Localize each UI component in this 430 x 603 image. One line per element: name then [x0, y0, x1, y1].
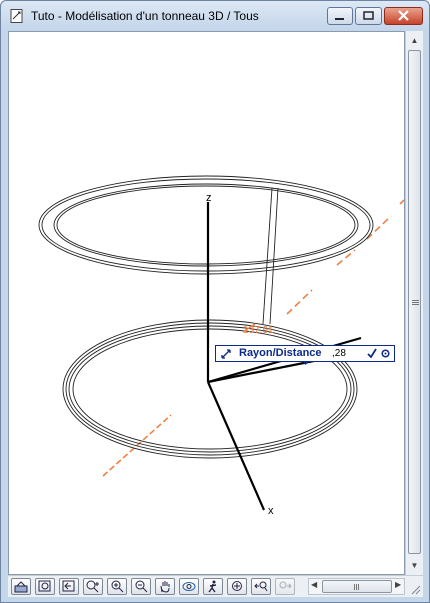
document-icon	[10, 9, 24, 23]
barrel-stave	[262, 187, 279, 325]
z-axis-label: z	[206, 192, 212, 204]
tracker-value-field[interactable]: ,28	[332, 348, 346, 359]
horizontal-scrollbar[interactable]: ◀ ▶	[308, 578, 405, 595]
fit-in-window-button[interactable]	[11, 578, 31, 595]
gear-icon[interactable]	[380, 348, 391, 362]
minimize-button[interactable]	[327, 7, 353, 25]
previous-view-button[interactable]	[59, 578, 79, 595]
tracker-box[interactable]: Rayon/Distance ,28	[215, 345, 395, 365]
check-icon[interactable]	[367, 348, 377, 362]
zoom-extents-button[interactable]	[83, 578, 103, 595]
app-window: Tuto - Modélisation d'un tonneau 3D / To…	[0, 0, 430, 603]
minimize-icon	[328, 11, 352, 28]
dimension-text: 137.91	[243, 325, 274, 336]
zoom-window-button[interactable]	[35, 578, 55, 595]
zoom-out-button[interactable]	[131, 578, 151, 595]
view-toolbar: ◀ ▶	[8, 575, 423, 597]
tracker-dropdown-arrow-icon[interactable]	[302, 357, 309, 369]
resize-grip-icon[interactable]	[409, 582, 421, 600]
scroll-right-arrow-icon[interactable]: ▶	[395, 580, 401, 589]
walk-button[interactable]	[203, 578, 223, 595]
scroll-left-arrow-icon[interactable]: ◀	[311, 580, 317, 589]
3d-viewport[interactable]: z x 137.91	[8, 31, 405, 575]
window-title: Tuto - Modélisation d'un tonneau 3D / To…	[31, 9, 259, 23]
tracker-label: Rayon/Distance	[239, 347, 322, 359]
title-bar[interactable]: Tuto - Modélisation d'un tonneau 3D / To…	[1, 1, 429, 31]
zoom-in-button[interactable]	[107, 578, 127, 595]
barrel-top-rim	[38, 175, 374, 275]
x-axis-label: x	[268, 505, 274, 517]
maximize-button[interactable]	[355, 7, 382, 25]
pan-button[interactable]	[155, 578, 175, 595]
scroll-up-arrow-icon[interactable]: ▲	[406, 32, 423, 49]
scroll-down-arrow-icon[interactable]: ▼	[406, 557, 423, 574]
next-zoom-button[interactable]	[275, 578, 295, 595]
zoom-center-button[interactable]	[227, 578, 247, 595]
previous-zoom-button[interactable]	[251, 578, 271, 595]
vertical-scroll-thumb[interactable]	[408, 50, 421, 554]
horizontal-scroll-thumb[interactable]	[322, 580, 392, 593]
orbit-button[interactable]	[179, 578, 199, 595]
close-button[interactable]	[384, 7, 423, 25]
vertical-scrollbar[interactable]: ▲ ▼	[405, 31, 423, 575]
maximize-icon	[356, 11, 381, 28]
close-icon	[385, 10, 422, 28]
resize-arrows-icon	[220, 348, 232, 363]
